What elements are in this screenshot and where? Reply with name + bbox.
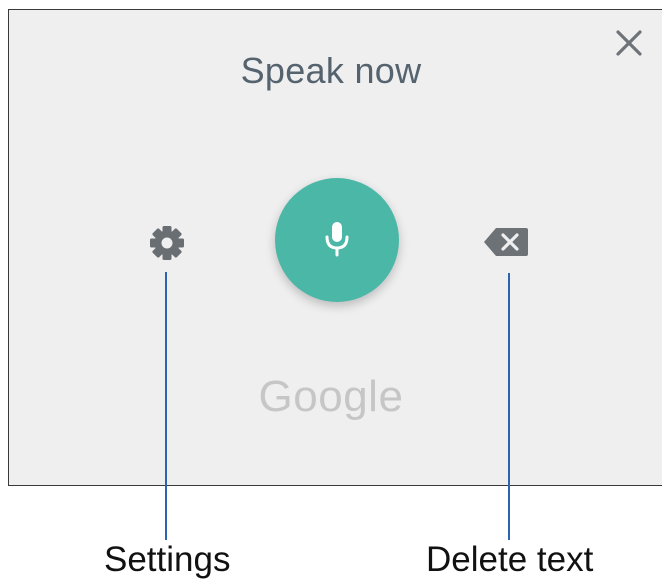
- gear-icon: [150, 226, 184, 260]
- delete-callout-label: Delete text: [426, 540, 594, 579]
- microphone-icon: [325, 222, 349, 257]
- delete-text-button[interactable]: [482, 226, 530, 258]
- speak-now-title: Speak now: [240, 50, 422, 91]
- settings-callout-label: Settings: [104, 540, 231, 579]
- settings-button[interactable]: [147, 223, 187, 263]
- voice-input-screen: Speak now Google Settings Delete text: [0, 0, 662, 581]
- google-logo: Google: [258, 372, 404, 421]
- backspace-icon: [484, 228, 528, 256]
- settings-callout-line: [165, 272, 167, 540]
- microphone-button[interactable]: [275, 178, 399, 302]
- delete-callout-line: [508, 273, 510, 540]
